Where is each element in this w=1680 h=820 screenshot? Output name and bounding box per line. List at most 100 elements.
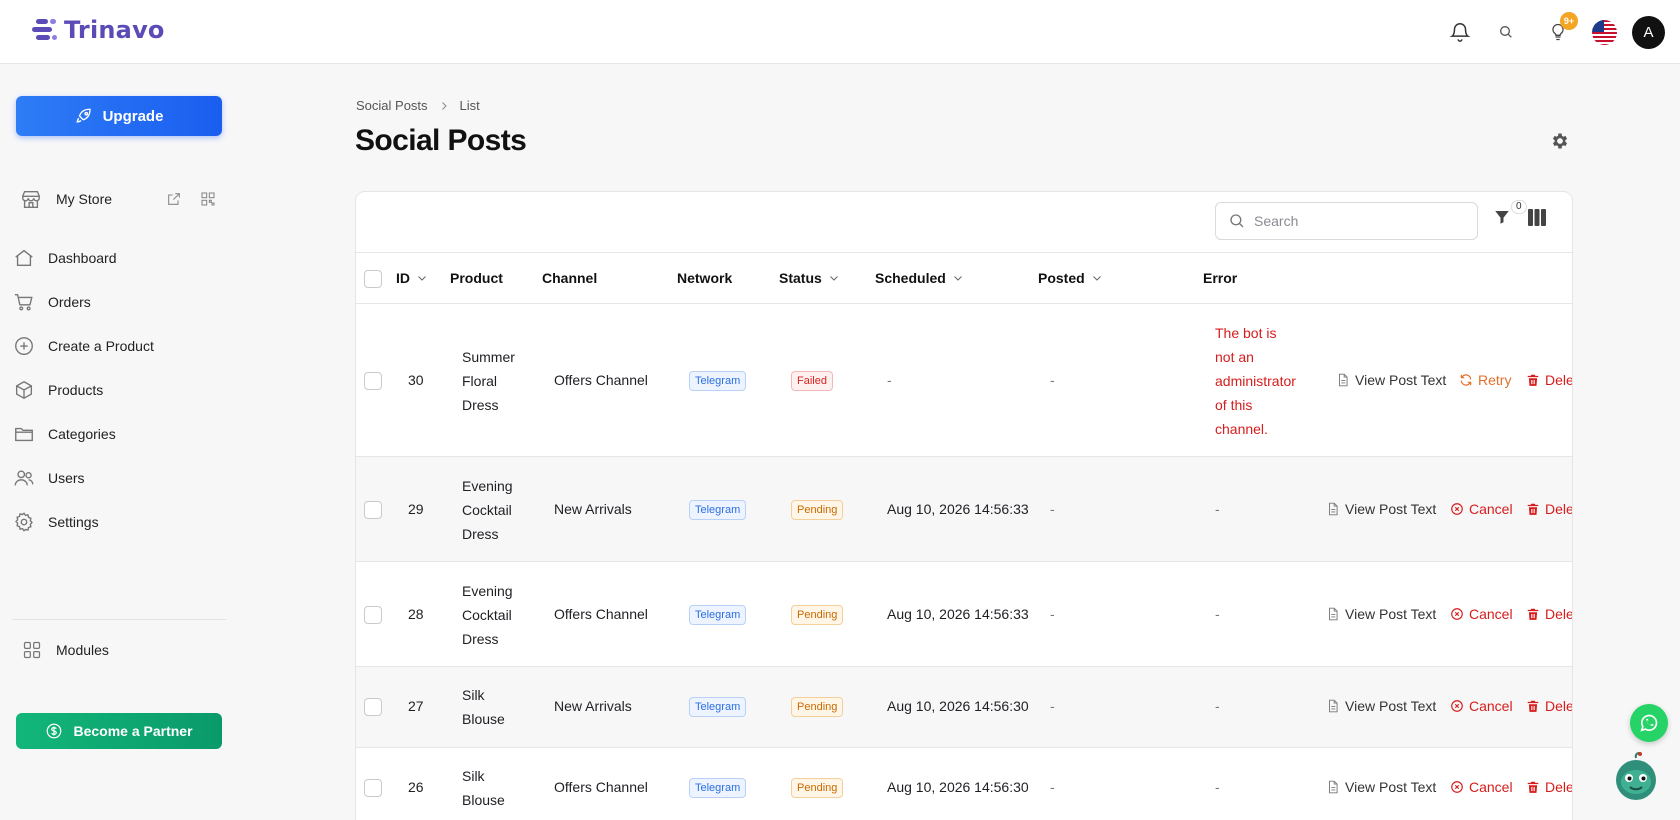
my-store-link[interactable]: My Store [20, 185, 220, 213]
column-header-network: Network [677, 270, 732, 286]
table-row: 29 Evening Cocktail Dress New Arrivals T… [356, 457, 1572, 562]
chevron-down-icon [418, 276, 426, 281]
column-header-posted[interactable]: Posted [1038, 270, 1103, 286]
row-checkbox[interactable] [364, 372, 382, 390]
network-badge: Telegram [689, 697, 747, 717]
product-line: Silk [462, 768, 485, 784]
view-post-text-button[interactable]: View Post Text [1326, 698, 1436, 714]
view-post-text-button[interactable]: View Post Text [1336, 372, 1446, 388]
sidebar-item-users[interactable]: Users [12, 463, 222, 493]
whatsapp-icon [1640, 714, 1658, 732]
whatsapp-chat-button[interactable] [1630, 704, 1668, 742]
trash-icon [1527, 503, 1539, 515]
sidebar-item-label: Categories [48, 426, 116, 442]
become-partner-button[interactable]: Become a Partner [16, 713, 222, 749]
grid-icon [20, 638, 44, 662]
column-header-product: Product [450, 270, 503, 286]
qr-code-icon [201, 192, 215, 206]
row-channel: Offers Channel [554, 372, 648, 388]
sidebar-item-label: Products [48, 382, 104, 398]
language-flag-button[interactable] [1592, 20, 1617, 45]
top-bar: Trinavo 9+ A [0, 0, 1680, 64]
filter-button[interactable] [1493, 208, 1511, 231]
row-channel: Offers Channel [554, 606, 648, 622]
retry-button[interactable]: Retry [1459, 372, 1511, 388]
row-checkbox[interactable] [364, 606, 382, 624]
tips-button[interactable]: 9+ [1544, 12, 1578, 46]
chevron-right-icon [441, 101, 447, 110]
upgrade-button[interactable]: Upgrade [16, 96, 222, 136]
status-badge: Pending [791, 697, 844, 717]
view-post-text-button[interactable]: View Post Text [1326, 501, 1436, 517]
row-checkbox[interactable] [364, 698, 382, 716]
trash-icon [1527, 700, 1539, 712]
row-error: The bot is not an administrator of this … [1215, 321, 1296, 441]
column-header-channel: Channel [542, 270, 597, 286]
sidebar-item-dashboard[interactable]: Dashboard [12, 243, 222, 273]
sidebar-item-modules[interactable]: Modules [20, 635, 230, 665]
delete-button[interactable]: Dele [1526, 779, 1573, 795]
store-icon [22, 190, 40, 208]
delete-button[interactable]: Dele [1526, 372, 1572, 388]
table-row: 30 Summer Floral Dress Offers Channel Te… [356, 304, 1572, 457]
error-line: of this [1215, 397, 1253, 413]
view-post-text-button[interactable]: View Post Text [1326, 606, 1436, 622]
product-line: Dress [462, 631, 499, 647]
breadcrumb-root-link[interactable]: Social Posts [356, 98, 428, 113]
cancel-button[interactable]: Cancel [1450, 606, 1513, 622]
search-field[interactable] [1215, 202, 1478, 240]
sidebar-item-orders[interactable]: Orders [12, 287, 222, 317]
sidebar-item-categories[interactable]: Categories [12, 419, 222, 449]
assistant-mascot-button[interactable] [1614, 752, 1658, 804]
search-input[interactable] [1254, 213, 1454, 229]
column-header-id[interactable]: ID [396, 270, 428, 286]
row-channel: New Arrivals [554, 501, 632, 517]
sidebar-item-create-product[interactable]: Create a Product [12, 331, 222, 361]
cancel-button[interactable]: Cancel [1450, 698, 1513, 714]
delete-button[interactable]: Dele [1526, 698, 1572, 714]
column-label: Status [779, 270, 822, 286]
action-label: View Post Text [1355, 372, 1447, 388]
logo[interactable]: Trinavo [32, 16, 165, 44]
product-line: Dress [462, 526, 499, 542]
row-product: Silk Blouse [462, 764, 505, 812]
sidebar-item-products[interactable]: Products [12, 375, 222, 405]
notifications-button[interactable] [1446, 18, 1474, 46]
us-flag-icon [1592, 20, 1617, 45]
network-badge: Telegram [689, 778, 747, 798]
action-label: Cancel [1469, 606, 1513, 622]
row-checkbox[interactable] [364, 779, 382, 797]
row-checkbox[interactable] [364, 501, 382, 519]
search-button[interactable] [1492, 18, 1520, 46]
search-icon [1230, 214, 1244, 228]
logo-mark-icon [32, 19, 57, 40]
view-post-text-button[interactable]: View Post Text [1326, 779, 1436, 795]
upgrade-label: Upgrade [102, 107, 164, 125]
select-all-checkbox[interactable] [364, 270, 382, 288]
column-header-scheduled[interactable]: Scheduled [875, 270, 964, 286]
sidebar-item-settings[interactable]: Settings [12, 507, 222, 537]
gear-icon [1552, 133, 1568, 149]
users-icon [12, 466, 36, 490]
action-label: Dele [1545, 779, 1573, 795]
home-icon [12, 246, 36, 270]
cancel-button[interactable]: Cancel [1450, 501, 1513, 517]
product-line: Summer [462, 349, 515, 365]
error-line: not an [1215, 349, 1254, 365]
plus-circle-icon [12, 334, 36, 358]
page-settings-button[interactable] [1550, 131, 1570, 156]
delete-button[interactable]: Dele [1526, 501, 1572, 517]
chevron-down-icon [1092, 276, 1101, 281]
user-avatar[interactable]: A [1632, 16, 1665, 49]
delete-button[interactable]: Dele [1526, 606, 1572, 622]
become-partner-label: Become a Partner [73, 723, 193, 739]
x-circle-icon [1451, 608, 1463, 620]
columns-toggle-button[interactable] [1528, 209, 1546, 231]
open-store-button[interactable] [166, 191, 182, 212]
action-label: View Post Text [1345, 779, 1437, 795]
cancel-button[interactable]: Cancel [1450, 779, 1513, 795]
column-header-status[interactable]: Status [779, 270, 840, 286]
store-qr-button[interactable] [200, 191, 216, 212]
status-badge: Pending [791, 605, 844, 625]
row-posted: - [1050, 779, 1055, 795]
